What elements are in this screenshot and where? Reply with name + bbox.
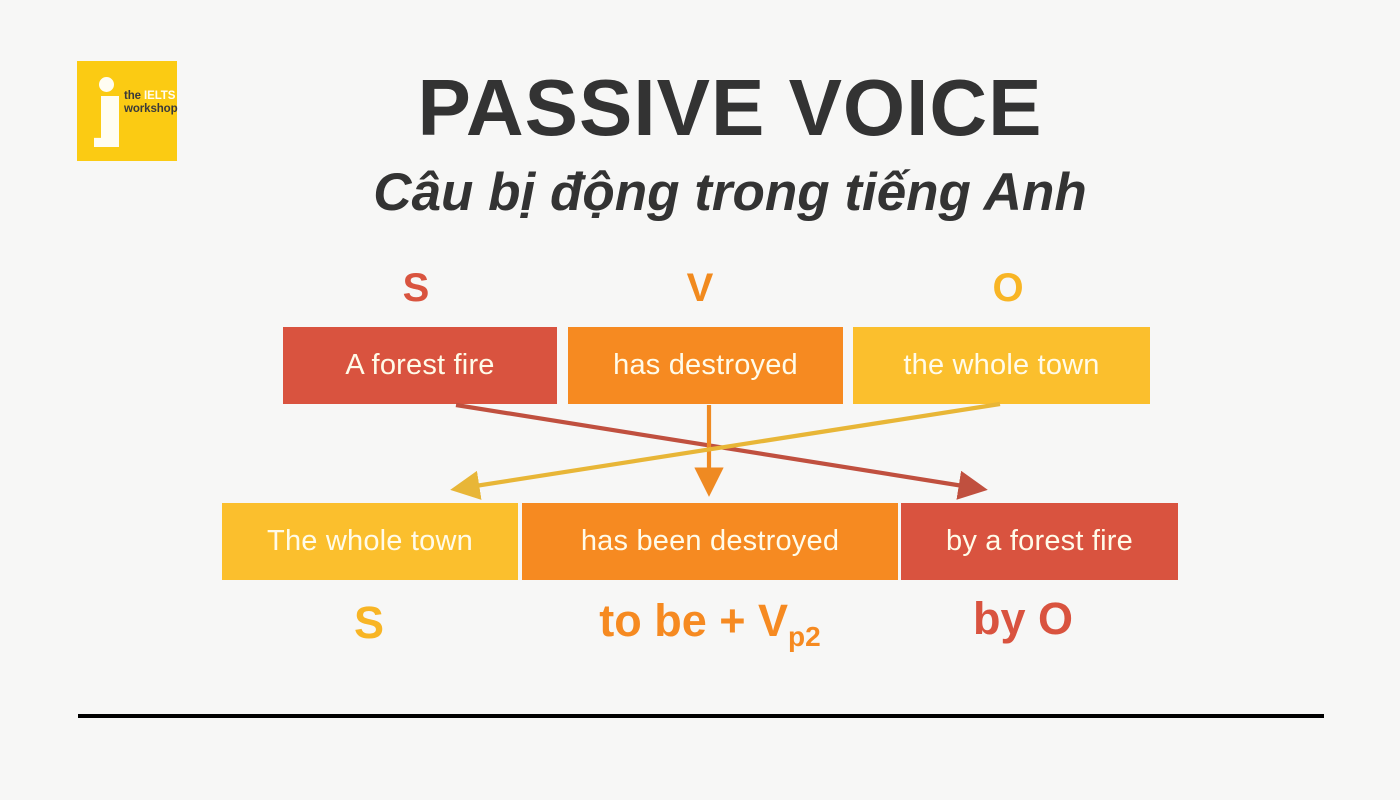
- passive-verb-box: has been destroyed: [522, 503, 898, 580]
- brand-logo-line-2: workshop: [124, 102, 178, 115]
- active-object-box: the whole town: [853, 327, 1150, 404]
- page-title: PASSIVE VOICE: [417, 63, 1043, 152]
- passive-role-label-agent: by O: [972, 593, 1074, 644]
- active-verb-box: has destroyed: [568, 327, 843, 404]
- object-to-subject-arrow: [450, 401, 1001, 500]
- passive-role-verb-subscript: p2: [788, 621, 821, 652]
- brand-logo-text: the IELTS workshop: [124, 90, 178, 116]
- active-role-label-verb: V: [686, 266, 714, 310]
- brand-the-word: the: [124, 90, 145, 102]
- passive-role-label-subject: S: [353, 597, 384, 648]
- letter-i-stem-icon: [94, 96, 119, 147]
- active-role-label-object: O: [992, 266, 1024, 310]
- passive-agent-box: by a forest fire: [901, 503, 1178, 580]
- passive-role-verb-main: to be + V: [599, 595, 789, 646]
- letter-i-dot-icon: [99, 77, 114, 92]
- brand-logo-line-1: the IELTS: [124, 90, 176, 103]
- letter-i-icon: [90, 77, 120, 147]
- subject-to-agent-arrow: [455, 402, 988, 500]
- passive-role-label-verb: to be + Vp2: [545, 598, 875, 651]
- passive-subject-box: The whole town: [222, 503, 518, 580]
- bottom-divider: [78, 714, 1324, 718]
- active-subject-box: A forest fire: [283, 327, 557, 404]
- brand-ielts-word: IELTS: [144, 90, 176, 102]
- active-role-label-subject: S: [402, 266, 430, 310]
- brand-logo: the IELTS workshop: [77, 61, 178, 161]
- slide-canvas: the IELTS workshop PASSIVE VOICE Câu bị …: [0, 0, 1400, 800]
- page-subtitle: Câu bị động trong tiếng Anh: [373, 163, 1087, 222]
